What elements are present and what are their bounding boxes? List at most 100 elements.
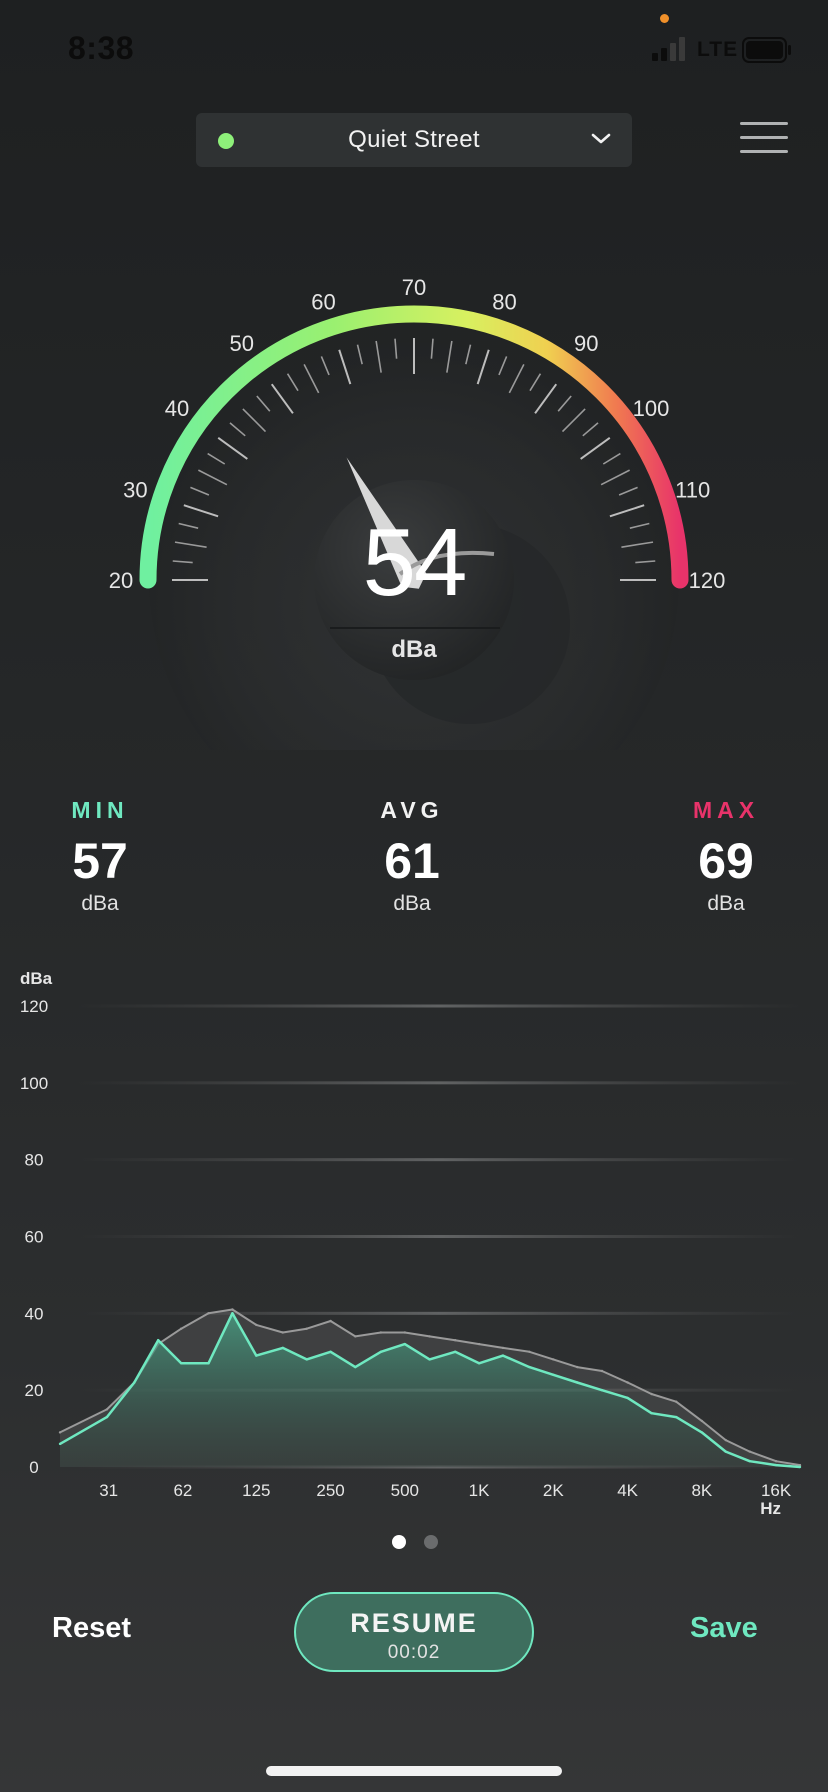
stat-max-value: 69 — [698, 833, 754, 889]
reset-button[interactable]: Reset — [52, 1612, 131, 1645]
spectrum-point — [207, 1362, 210, 1365]
spectrum-point — [305, 1358, 308, 1361]
resume-label: RESUME — [350, 1608, 478, 1638]
chart-grid-line — [78, 1235, 800, 1238]
spectrum-point — [329, 1350, 332, 1353]
gauge-tick-label: 30 — [123, 477, 147, 502]
gauge-tick-label: 80 — [492, 289, 516, 314]
spectrum-point — [528, 1350, 531, 1353]
chart-y-tick-label: 80 — [25, 1151, 44, 1170]
network-type-label: LTE — [697, 38, 739, 61]
gauge-tick-label: 120 — [689, 568, 726, 593]
spectrum-point — [231, 1308, 234, 1311]
stat-avg: AVG 61 dBa — [312, 797, 512, 916]
spectrum-point — [650, 1392, 653, 1396]
page-indicator-dot[interactable] — [424, 1535, 438, 1549]
spectrum-point — [600, 1389, 604, 1392]
chart-x-tick-label: 8K — [691, 1481, 712, 1500]
chart-x-axis-label: Hz — [760, 1499, 781, 1518]
spectrum-point — [675, 1400, 678, 1403]
spectrum-point — [600, 1369, 604, 1373]
spectrum-point — [305, 1327, 308, 1330]
spectrum-point — [379, 1331, 383, 1334]
gauge-tick-label: 50 — [230, 331, 254, 356]
spectrum-point — [58, 1442, 62, 1446]
spectrum-point — [207, 1312, 210, 1315]
chart-x-tick-label: 62 — [173, 1481, 192, 1500]
current-level-unit: dBa — [391, 636, 437, 663]
spectrum-point — [675, 1415, 678, 1419]
resume-button[interactable]: RESUME 00:02 — [294, 1592, 534, 1672]
spectrum-point — [626, 1396, 629, 1400]
stat-min: MIN 57 dBa — [0, 797, 200, 916]
home-indicator[interactable] — [266, 1766, 562, 1776]
chart-x-tick-label: 500 — [391, 1481, 419, 1500]
menu-icon[interactable] — [738, 118, 790, 158]
privacy-indicator-dot — [660, 14, 669, 23]
spectrum-point — [354, 1365, 357, 1369]
spectrum-point — [281, 1346, 284, 1350]
preset-selector[interactable]: Quiet Street — [196, 113, 632, 167]
chevron-down-icon — [591, 133, 611, 144]
spectrum-point — [700, 1431, 703, 1434]
spectrum-point — [354, 1335, 357, 1338]
gauge-tick-label: 90 — [574, 331, 598, 356]
spectrum-point — [528, 1365, 531, 1369]
spectrum-point — [626, 1381, 629, 1384]
spectrum-point — [477, 1342, 481, 1346]
chart-x-tick-label: 16K — [761, 1481, 792, 1500]
spectrum-point — [403, 1342, 406, 1346]
spectrum-point — [255, 1354, 258, 1357]
spectrum-point — [454, 1350, 457, 1353]
spectrum-point — [650, 1412, 653, 1415]
spectrum-point — [774, 1463, 778, 1467]
spectrum-point — [748, 1450, 751, 1453]
chart-y-tick-label: 40 — [25, 1304, 44, 1323]
chart-grid-line — [78, 1004, 800, 1008]
stat-avg-unit: dBa — [393, 892, 431, 915]
chart-y-tick-label: 0 — [29, 1458, 38, 1477]
spectrum-point — [403, 1331, 406, 1334]
spectrum-point — [105, 1408, 109, 1411]
save-button[interactable]: Save — [690, 1612, 758, 1645]
spectrum-point — [576, 1381, 579, 1384]
gauge-tick-label: 100 — [633, 396, 670, 421]
gauge-tick-label: 70 — [402, 275, 426, 300]
chart-grid-line — [78, 1081, 800, 1085]
spectrum-point — [255, 1323, 258, 1327]
chart-x-tick-label: 1K — [469, 1481, 490, 1500]
spectrum-point — [428, 1335, 431, 1338]
spectrum-point — [552, 1358, 555, 1361]
spectrum-point — [58, 1431, 62, 1434]
spectrum-point — [552, 1373, 555, 1376]
spectrum-point — [157, 1339, 160, 1342]
chart-x-tick-label: 31 — [99, 1481, 118, 1500]
spectrum-point — [748, 1460, 751, 1463]
spectrum-point — [576, 1365, 579, 1369]
spectrum-point — [501, 1354, 505, 1357]
spectrum-point — [700, 1419, 703, 1423]
status-time: 8:38 — [68, 30, 135, 66]
spectrum-point — [798, 1465, 802, 1469]
preset-label: Quiet Street — [348, 126, 480, 153]
gauge-tick-label: 110 — [675, 477, 710, 502]
sound-level-gauge: 20 30 40 50 60 70 80 90 100 110 120 — [109, 275, 726, 750]
stat-max-unit: dBa — [707, 892, 745, 915]
chart-x-tick-label: 4K — [617, 1481, 638, 1500]
spectrum-point — [477, 1362, 481, 1365]
chart-y-tick-label: 20 — [25, 1381, 44, 1400]
gauge-tick-label: 60 — [311, 289, 335, 314]
spectrum-point — [774, 1460, 778, 1463]
chart-x-tick-label: 250 — [316, 1481, 344, 1500]
spectrum-point — [105, 1415, 109, 1419]
elapsed-time: 00:02 — [387, 1642, 441, 1663]
spectrum-point — [454, 1339, 457, 1342]
spectrum-point — [231, 1312, 234, 1315]
page-indicator-dot-active[interactable] — [392, 1535, 406, 1549]
spectrum-point — [428, 1358, 431, 1361]
stat-min-value: 57 — [72, 833, 128, 889]
gauge-tick-label: 20 — [109, 568, 133, 593]
chart-x-tick-label: 125 — [242, 1481, 270, 1500]
frequency-spectrum-chart: dBa Hz 120 100 80 60 40 20 0 31 62 125 250 500 1K 2K 4… — [20, 969, 802, 1518]
spectrum-point — [379, 1350, 383, 1353]
